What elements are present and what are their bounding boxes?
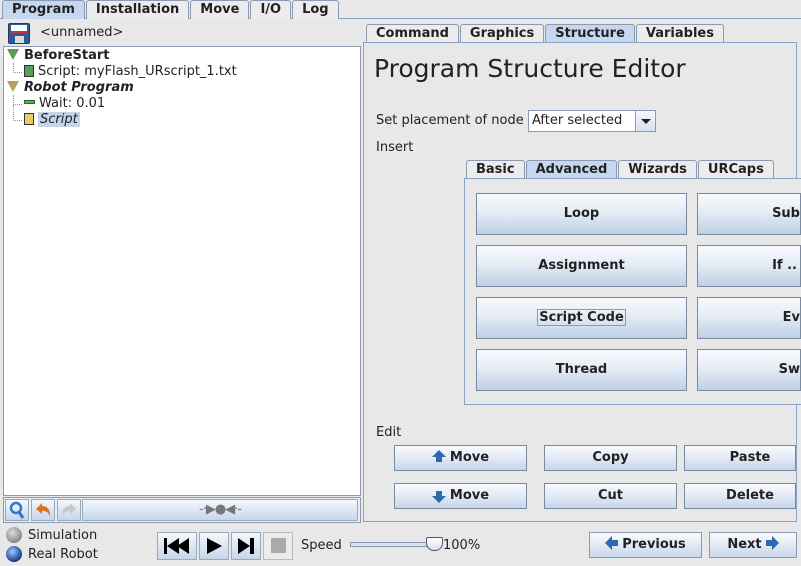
delete-button[interactable]: Delete (684, 483, 796, 509)
undo-icon (36, 503, 50, 516)
tab-wizards[interactable]: Wizards (618, 160, 697, 179)
insert-label: Insert (376, 140, 414, 155)
paste-button[interactable]: Paste (684, 445, 796, 471)
page-title: Program Structure Editor (374, 54, 686, 83)
next-button[interactable]: Next (709, 532, 797, 558)
rewind-button[interactable] (157, 532, 197, 560)
save-program-icon[interactable] (8, 23, 30, 44)
insert-assignment-button[interactable]: Assignment (476, 245, 687, 287)
stop-button[interactable] (263, 532, 293, 560)
tree-node-wait[interactable]: Wait: 0.01 (24, 96, 105, 112)
tab-log[interactable]: Log (292, 0, 339, 19)
chevron-down-icon[interactable] (635, 111, 655, 131)
tab-installation[interactable]: Installation (85, 0, 190, 19)
tree-node-script-file[interactable]: Script: myFlash_URscript_1.txt (24, 64, 237, 80)
tab-program[interactable]: Program (2, 0, 85, 19)
tab-structure[interactable]: Structure (545, 24, 635, 43)
arrow-left-icon (605, 536, 619, 550)
placement-label: Set placement of node (376, 113, 524, 128)
script-icon (24, 65, 34, 77)
tree-node-beforestart[interactable]: BeforeStart (7, 48, 110, 64)
redo-icon (62, 503, 76, 516)
tree-connector (13, 95, 22, 105)
script-icon (24, 113, 34, 125)
insert-thread-button[interactable]: Thread (476, 349, 687, 391)
insert-subprogram-button[interactable]: Sub (697, 193, 801, 235)
insert-script-code-button[interactable]: Script Code (476, 297, 687, 339)
simulation-radio[interactable] (6, 527, 22, 543)
wait-icon (24, 100, 35, 104)
speed-value: 100% (443, 538, 481, 553)
tab-urcaps[interactable]: URCaps (697, 160, 774, 179)
speed-slider-thumb[interactable] (426, 537, 443, 551)
tab-command[interactable]: Command (366, 24, 459, 43)
insert-event-button[interactable]: Ev (697, 297, 801, 339)
program-name: <unnamed> (40, 25, 124, 40)
arrow-right-icon (765, 536, 779, 550)
insert-loop-button[interactable]: Loop (476, 193, 687, 235)
tab-variables[interactable]: Variables (635, 24, 724, 43)
placement-dropdown[interactable]: After selected (528, 110, 656, 132)
play-icon (207, 538, 222, 554)
step-button[interactable] (231, 532, 261, 560)
move-up-button[interactable]: Move (394, 445, 527, 471)
speed-slider-track[interactable] (350, 542, 436, 547)
insert-tabs: Basic Advanced Wizards URCaps (466, 160, 775, 179)
insert-if-button[interactable]: If .. (697, 245, 801, 287)
tree-connector (13, 105, 22, 121)
program-tree[interactable]: BeforeStart Script: myFlash_URscript_1.t… (3, 46, 361, 496)
move-down-button[interactable]: Move (394, 483, 527, 509)
copy-button[interactable]: Copy (544, 445, 677, 471)
speed-label: Speed (301, 538, 342, 553)
insert-panel: Loop Assignment Script Code Thread Sub I… (464, 178, 801, 405)
arrow-up-icon (431, 450, 446, 462)
tab-move[interactable]: Move (190, 0, 250, 19)
search-button[interactable] (5, 499, 29, 521)
previous-button[interactable]: Previous (589, 532, 702, 558)
tree-connector (13, 63, 22, 73)
tab-basic[interactable]: Basic (466, 160, 525, 179)
tab-io[interactable]: I/O (250, 0, 292, 19)
insert-switch-button[interactable]: Sw (697, 349, 801, 391)
expand-triangle-icon (7, 81, 19, 92)
play-button[interactable] (199, 532, 229, 560)
tree-node-robot-program[interactable]: Robot Program (7, 80, 134, 96)
real-robot-radio[interactable] (6, 546, 22, 562)
redo-button[interactable] (57, 499, 81, 521)
undo-button[interactable] (31, 499, 55, 521)
main-tabs: Program Installation Move I/O Log (2, 0, 340, 19)
tab-advanced[interactable]: Advanced (525, 160, 618, 179)
collapse-expand-handle[interactable]: -·▶●◀·- (82, 499, 358, 521)
skip-to-start-icon (164, 538, 189, 554)
stop-icon (271, 538, 286, 553)
expand-triangle-icon[interactable] (7, 49, 19, 60)
arrow-down-icon (431, 491, 446, 503)
tree-toolbar: -·▶●◀·- (3, 497, 361, 523)
node-tabs: Command Graphics Structure Variables (366, 24, 725, 43)
simulation-label: Simulation (28, 528, 98, 543)
tree-node-script-selected[interactable]: Script (24, 112, 80, 128)
step-forward-icon (238, 538, 254, 554)
tab-graphics[interactable]: Graphics (459, 24, 545, 43)
search-icon (9, 501, 25, 519)
cut-button[interactable]: Cut (544, 483, 677, 509)
edit-label: Edit (376, 425, 402, 440)
real-robot-label: Real Robot (28, 547, 98, 562)
